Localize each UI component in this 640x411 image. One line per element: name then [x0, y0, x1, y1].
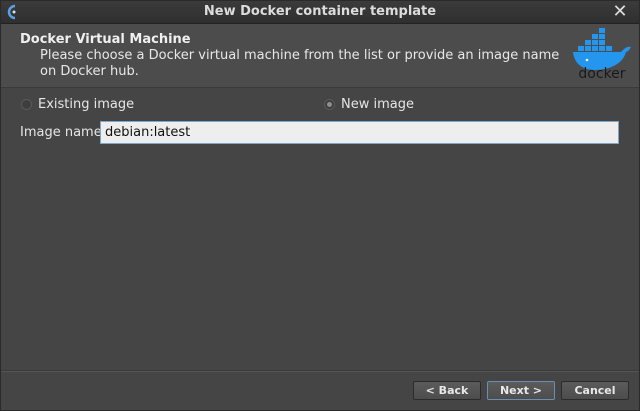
window-title: New Docker container template: [203, 4, 437, 19]
dialog-window: New Docker container template ✕ Docker V…: [0, 0, 640, 411]
existing-image-radio[interactable]: [21, 99, 32, 110]
title-bar[interactable]: New Docker container template ✕: [1, 1, 639, 24]
footer-divider: [1, 370, 639, 372]
svg-text:docker: docker: [578, 66, 625, 80]
new-image-label[interactable]: New image: [341, 97, 414, 112]
existing-image-label[interactable]: Existing image: [38, 97, 134, 112]
page-title: Docker Virtual Machine: [20, 32, 191, 47]
next-button[interactable]: Next >: [487, 381, 555, 400]
wizard-header: Docker Virtual Machine Please choose a D…: [1, 24, 639, 88]
image-source-group: Existing image New image: [1, 97, 639, 117]
close-icon[interactable]: ✕: [611, 3, 629, 21]
image-name-label: Image name:: [20, 125, 107, 140]
cancel-button[interactable]: Cancel: [561, 381, 629, 400]
back-button[interactable]: < Back: [413, 381, 481, 400]
new-image-radio[interactable]: [324, 99, 335, 110]
docker-logo-icon: docker: [573, 28, 631, 80]
image-name-input[interactable]: [100, 121, 619, 144]
page-description: Please choose a Docker virtual machine f…: [40, 48, 560, 79]
